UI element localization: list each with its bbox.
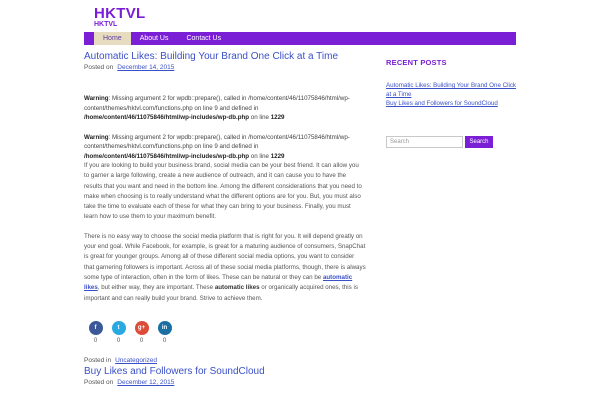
share-buttons: f 0 t 0 g+ 0 in 0 xyxy=(88,320,366,344)
php-warning: Warning: Missing argument 2 for wpdb::pr… xyxy=(84,94,354,123)
warning-line: 1229 xyxy=(270,114,285,121)
main-nav: Home About Us Contact Us xyxy=(84,32,516,45)
post-category-meta: Posted in Uncategorized xyxy=(84,356,366,365)
search-widget: Search Search xyxy=(386,136,493,148)
nav-home[interactable]: Home xyxy=(94,32,131,45)
search-input[interactable]: Search xyxy=(386,136,463,148)
share-count: 0 xyxy=(116,337,121,344)
warning-path: /home/content/46/11075846/html/wp-includ… xyxy=(84,114,250,121)
posted-on-label: Posted on xyxy=(84,378,114,386)
twitter-icon[interactable]: t xyxy=(111,320,126,335)
post-paragraph: If you are looking to build your busines… xyxy=(84,162,362,221)
recent-post-link[interactable]: Buy Likes and Followers for SoundCloud xyxy=(386,99,516,108)
post-meta: Posted on December 12, 2015 xyxy=(84,378,366,387)
post-meta: Posted on December 14, 2015 xyxy=(84,63,366,72)
facebook-icon[interactable]: f xyxy=(88,320,103,335)
recent-posts-list: Automatic Likes: Building Your Brand One… xyxy=(386,81,516,108)
post-title[interactable]: Buy Likes and Followers for SoundCloud xyxy=(84,365,366,378)
post-date-link[interactable]: December 14, 2015 xyxy=(117,64,174,71)
php-warning: Warning: Missing argument 2 for wpdb::pr… xyxy=(84,133,354,162)
post-paragraph: There is no easy way to choose the socia… xyxy=(84,232,366,304)
warning-line: 1229 xyxy=(270,152,285,160)
google-plus-icon[interactable]: g+ xyxy=(134,320,149,335)
recent-post-link[interactable]: Automatic Likes: Building Your Brand One… xyxy=(386,81,516,99)
posted-in-label: Posted in xyxy=(84,356,112,364)
share-linkedin: in 0 xyxy=(157,320,172,344)
warning-online: on line xyxy=(249,114,271,121)
share-google-plus: g+ 0 xyxy=(134,320,149,344)
nav-contact-us[interactable]: Contact Us xyxy=(177,32,230,45)
nav-about-us[interactable]: About Us xyxy=(131,32,178,45)
category-link[interactable]: Uncategorized xyxy=(115,357,157,364)
linkedin-icon[interactable]: in xyxy=(157,320,172,335)
warning-online: on line xyxy=(249,152,271,160)
warning-text: : Missing argument 2 for wpdb::prepare()… xyxy=(84,95,350,112)
site-title[interactable]: HKTVL xyxy=(94,5,146,22)
post-date-link[interactable]: December 12, 2015 xyxy=(117,379,174,386)
paragraph-bold: automatic likes xyxy=(214,284,260,292)
site-tagline: HKTVL xyxy=(94,21,118,28)
recent-posts-title: RECENT POSTS xyxy=(386,58,447,67)
post-title[interactable]: Automatic Likes: Building Your Brand One… xyxy=(84,50,366,63)
warning-label: Warning xyxy=(84,95,109,102)
share-count: 0 xyxy=(139,337,144,344)
paragraph-text: , but either way, they are important. Th… xyxy=(97,284,215,292)
main-content: Automatic Likes: Building Your Brand One… xyxy=(84,50,366,387)
share-facebook: f 0 xyxy=(88,320,103,344)
share-count: 0 xyxy=(93,337,98,344)
posted-on-label: Posted on xyxy=(84,64,114,71)
warning-text: : Missing argument 2 for wpdb::prepare()… xyxy=(84,133,350,151)
warning-label: Warning xyxy=(84,133,109,141)
share-twitter: t 0 xyxy=(111,320,126,344)
search-button[interactable]: Search xyxy=(465,136,493,148)
share-count: 0 xyxy=(162,337,167,344)
sidebar: RECENT POSTS Automatic Likes: Building Y… xyxy=(386,58,516,108)
warning-path: /home/content/46/11075846/html/wp-includ… xyxy=(84,152,250,160)
